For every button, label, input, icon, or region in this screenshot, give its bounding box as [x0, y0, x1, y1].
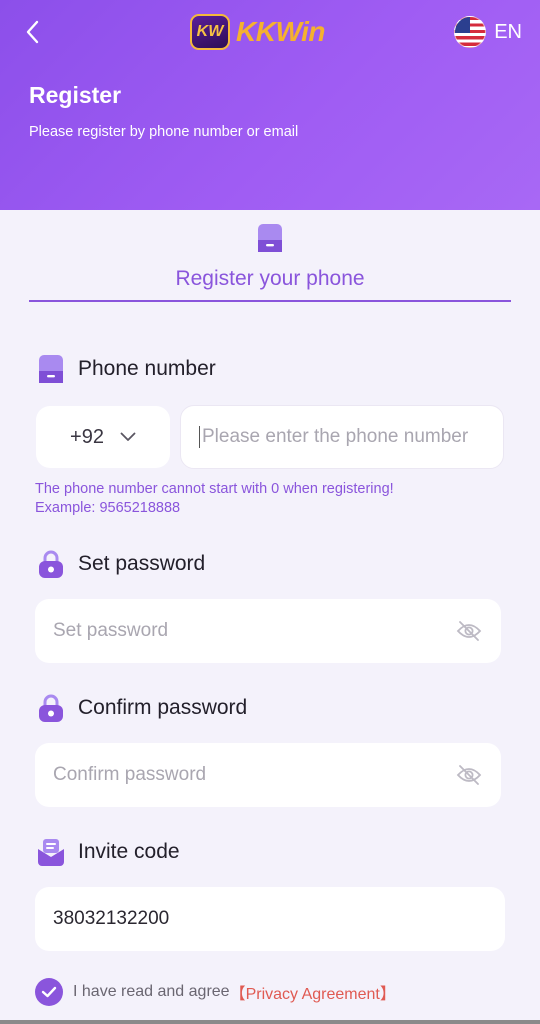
- lock-icon: [36, 693, 66, 723]
- set-password-label-text: Set password: [78, 552, 206, 575]
- invite-code-label-text: Invite code: [78, 840, 180, 863]
- agreement-checkbox[interactable]: [35, 978, 63, 1006]
- country-code-value: +92: [70, 425, 104, 448]
- language-label: EN: [494, 20, 522, 43]
- phone-hint: The phone number cannot start with 0 whe…: [35, 480, 394, 518]
- phone-input[interactable]: [199, 426, 503, 448]
- phone-number-label-text: Phone number: [78, 357, 216, 380]
- agreement-text: I have read and agree: [73, 983, 230, 1000]
- tab-label: Register your phone: [175, 267, 365, 290]
- back-button[interactable]: [20, 18, 44, 46]
- phone-icon: [36, 354, 66, 384]
- bottom-divider: [0, 1020, 540, 1024]
- eye-off-icon[interactable]: [455, 761, 483, 789]
- invite-code-input[interactable]: [53, 908, 487, 930]
- header: KW KKWin EN Register Please register by …: [0, 0, 540, 210]
- set-password-input[interactable]: [53, 620, 455, 642]
- app-logo: KW KKWin: [190, 13, 326, 51]
- invite-code-label: Invite code: [36, 837, 180, 867]
- chevron-down-icon: [120, 432, 136, 441]
- phone-hint-example: Example: 9565218888: [35, 500, 181, 516]
- phone-icon: [258, 224, 282, 252]
- language-selector[interactable]: EN: [454, 16, 522, 48]
- confirm-password-field: [35, 743, 501, 807]
- privacy-agreement-link[interactable]: 【Privacy Agreement】: [230, 980, 396, 1004]
- phone-input-wrapper: [180, 405, 504, 469]
- lock-icon: [36, 549, 66, 579]
- phone-number-label: Phone number: [36, 354, 216, 384]
- check-icon: [41, 986, 57, 998]
- page-title: Register: [29, 82, 122, 108]
- us-flag-icon: [454, 16, 487, 48]
- invite-code-field: [35, 887, 505, 951]
- confirm-password-input[interactable]: [53, 764, 455, 786]
- eye-off-icon[interactable]: [455, 617, 483, 645]
- confirm-password-label-text: Confirm password: [78, 696, 248, 719]
- agreement-row: I have read and agree 【Privacy Agreement…: [35, 978, 396, 1006]
- invite-icon: [36, 837, 66, 867]
- tab-register-phone[interactable]: Register your phone: [29, 218, 511, 302]
- country-code-select[interactable]: +92: [36, 406, 170, 468]
- set-password-field: [35, 599, 501, 663]
- page-subtitle: Please register by phone number or email: [29, 124, 299, 140]
- confirm-password-label: Confirm password: [36, 693, 247, 723]
- set-password-label: Set password: [36, 549, 205, 579]
- logo-badge: KW: [190, 14, 230, 50]
- logo-text: KKWin: [236, 16, 326, 47]
- phone-hint-line: The phone number cannot start with 0 whe…: [35, 481, 394, 497]
- chevron-left-icon: [26, 20, 39, 44]
